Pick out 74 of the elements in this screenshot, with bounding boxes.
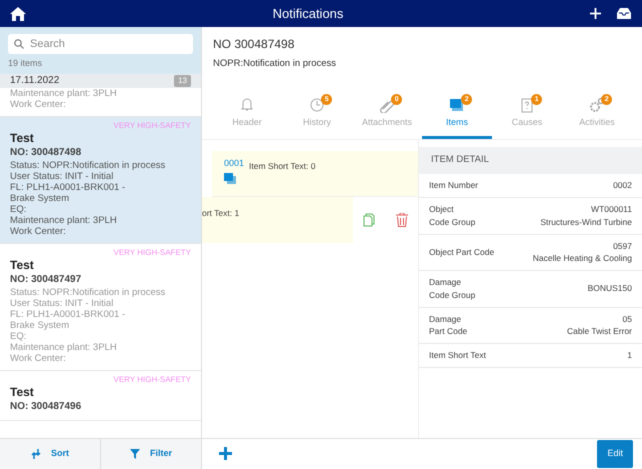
detail-line: Brake System <box>10 192 70 204</box>
detail-line: FL: PLH1-A0001-BRK001 - <box>10 308 126 320</box>
detail-line: User Status: INIT - Initial <box>10 298 114 309</box>
field-label: Damage <box>429 276 462 289</box>
field-value: 0597 <box>612 240 632 252</box>
tab[interactable]: Header <box>212 95 282 139</box>
field-label: Damage <box>429 312 462 326</box>
item-short-text: ort Text: 1 <box>202 197 353 243</box>
notification-number: NO 300487498 <box>213 36 296 53</box>
detail-line: Maintenance plant: 3PLH <box>10 342 118 353</box>
filter-button[interactable]: Filter <box>100 439 201 469</box>
field-label: Part Code <box>429 325 468 338</box>
field-value: 05 <box>622 312 632 326</box>
notification-title: Test <box>10 132 35 145</box>
field-label: Code Group <box>429 288 476 302</box>
detail-line: Status: NOPR:Notification in process <box>10 160 166 171</box>
notification-title: Test <box>10 258 35 272</box>
field-value: Nacelle Heating & Cooling <box>532 252 632 265</box>
field-value: WT000011 <box>590 203 632 216</box>
field-label: Object <box>429 203 455 216</box>
trash-icon[interactable] <box>396 213 408 227</box>
item-short-text: Item Short Text: 0 <box>249 160 316 173</box>
field-label: Item Number <box>429 179 478 192</box>
priority-label: VERY HIGH-SAFETY <box>112 374 191 386</box>
detail-line: Brake System <box>10 320 70 331</box>
group-date: 17.11.2022 <box>10 74 60 88</box>
detail-line: Maintenance plant: 3PLH <box>10 88 118 98</box>
detail-line: EQ: <box>10 204 28 215</box>
notification-number: NO: 300487497 <box>10 272 82 287</box>
inbox-tray-icon[interactable] <box>616 7 632 20</box>
field-value: 1 <box>627 349 632 362</box>
sort-button[interactable]: Sort <box>0 439 100 469</box>
filter-icon <box>130 449 140 459</box>
field-value: Structures-Wind Turbine <box>540 216 632 228</box>
screen-title: Notifications <box>272 4 344 23</box>
notification-item[interactable]: VERY HIGH-SAFETY Test NO: 300487498 Status: NOPR:Notification in process User Status: INIT - Initial FL: PLH1-A0001-BRK001 - Brake System EQ: Maintenance plant: 3PLH Work Center: <box>0 116 201 244</box>
detail-line: EQ: <box>10 330 28 342</box>
detail-line: User Status: INIT - Initial <box>10 170 114 182</box>
detail-line: Work Center: <box>10 226 67 237</box>
notification-number: NO: 300487496 <box>10 400 82 414</box>
detail-line: Status: NOPR:Notification in process <box>10 286 166 298</box>
field-label: Code Group <box>429 216 476 228</box>
count-badge: 13 <box>174 74 191 86</box>
clock-icon <box>309 97 325 113</box>
gears-icon <box>589 97 605 113</box>
field-value: Cable Twist Error <box>566 325 632 338</box>
field-label: Item Short Text <box>429 349 486 362</box>
item-number[interactable]: 0001 <box>224 157 244 170</box>
detail-line: FL: PLH1-A0001-BRK001 - <box>10 182 126 193</box>
field-value: 0002 <box>613 179 632 192</box>
stacked-cards-icon <box>224 173 236 184</box>
search-field[interactable]: Search <box>8 34 193 54</box>
stacked-cards-icon <box>449 97 465 113</box>
add-icon[interactable] <box>590 8 601 19</box>
notification-status: NOPR:Notification in process <box>213 57 338 71</box>
section-heading: ITEM DETAIL <box>431 153 489 168</box>
notification-title: Test <box>10 386 35 400</box>
edit-button[interactable]: Edit <box>597 440 633 468</box>
item-count: 19 items <box>8 57 44 70</box>
field-value: BONUS150 <box>588 282 632 296</box>
notification-number: NO: 300487498 <box>10 146 82 160</box>
priority-label: VERY HIGH-SAFETY <box>112 246 191 259</box>
field-label: Object Part Code <box>429 246 494 259</box>
add-button[interactable] <box>219 446 232 462</box>
bell-icon <box>239 97 255 113</box>
notification-item[interactable]: VERY HIGH-SAFETY Test NO: 300487496 <box>0 370 201 422</box>
detail-line: Work Center: <box>10 352 67 364</box>
priority-label: VERY HIGH-SAFETY <box>112 120 191 132</box>
notification-item[interactable]: VERY HIGH-SAFETY Test NO: 300487497 Status: NOPR:Notification in process User Status: INIT - Initial FL: PLH1-A0001-BRK001 - Brake System EQ: Maintenance plant: 3PLH Work Center: <box>0 244 201 371</box>
home-icon[interactable] <box>10 6 26 20</box>
sort-arrows-icon <box>31 449 41 459</box>
detail-line: Work Center: <box>10 98 67 110</box>
question-card-icon <box>519 97 535 113</box>
detail-line: Maintenance plant: 3PLH <box>10 214 118 226</box>
